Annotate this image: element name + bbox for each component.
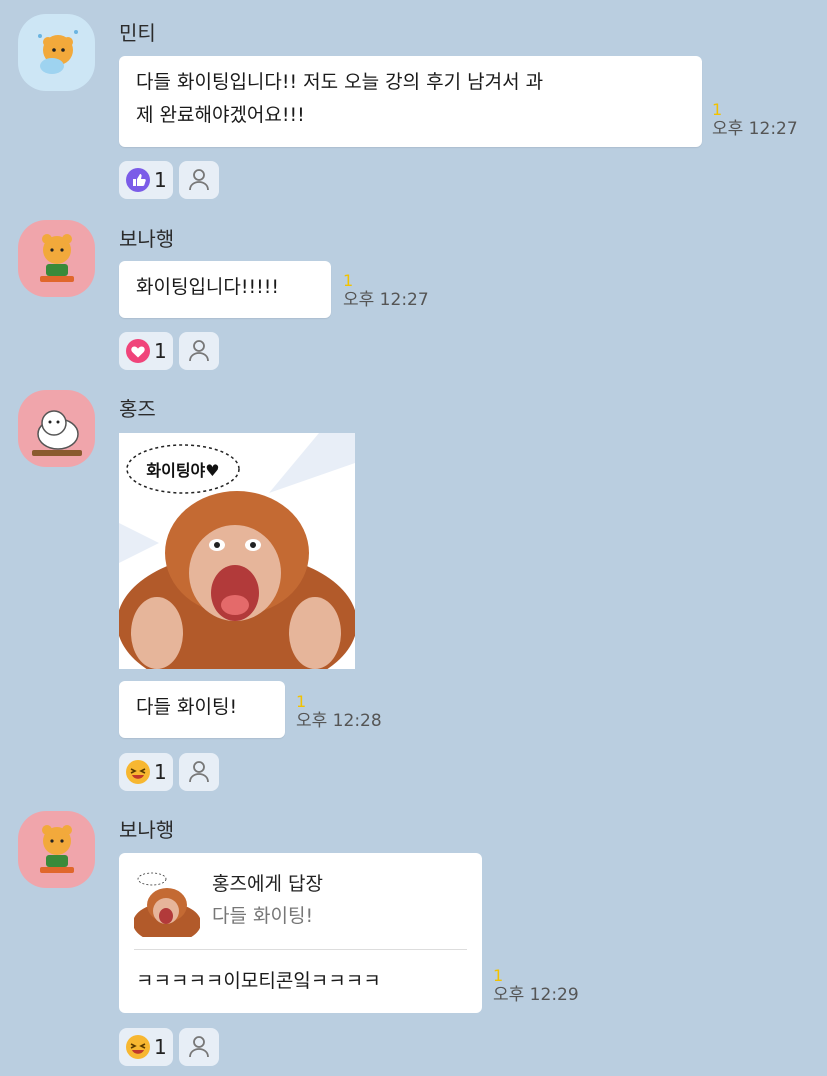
message-bubble[interactable]: 화이팅입니다!!!!! <box>119 261 331 318</box>
sender-name: 보나행 <box>119 227 175 251</box>
message-bubble[interactable]: 다들 화이팅! <box>119 681 285 738</box>
person-icon <box>188 340 209 362</box>
avatar[interactable] <box>18 390 95 467</box>
reaction-bar: 1 <box>119 753 219 791</box>
reaction-count: 1 <box>154 760 167 784</box>
add-reaction-button[interactable] <box>178 332 219 370</box>
message-text-line: 제 완료해야겠어요!!! <box>136 104 305 126</box>
person-icon <box>188 761 209 783</box>
sender-name: 보나행 <box>119 818 175 842</box>
avatar[interactable] <box>18 220 95 297</box>
add-reaction-button[interactable] <box>178 753 219 791</box>
message-text-line: 다들 화이팅입니다!! 저도 오늘 강의 후기 남겨서 과 <box>136 71 544 93</box>
thumbs-up-icon <box>126 168 150 192</box>
sticker-caption: 화이팅야♥ <box>146 461 219 480</box>
unread-count: 1 <box>296 692 307 711</box>
sticker-image[interactable]: 화이팅야♥ <box>117 433 357 693</box>
reply-sticker-thumbnail[interactable] <box>133 871 201 943</box>
message-time: 오후 12:27 <box>712 119 798 139</box>
add-reaction-button[interactable] <box>178 161 219 199</box>
reaction-bar: 1 <box>119 161 219 199</box>
avatar[interactable] <box>18 811 95 888</box>
reaction-bar: 1 <box>119 1028 219 1066</box>
reaction-button[interactable]: 1 <box>119 332 173 370</box>
sender-name: 홍즈 <box>119 397 156 421</box>
person-icon <box>188 169 209 191</box>
reaction-button[interactable]: 1 <box>119 161 173 199</box>
sender-name: 민티 <box>119 21 156 45</box>
reaction-count: 1 <box>154 1035 167 1059</box>
message-time: 오후 12:28 <box>296 711 382 731</box>
message-text: 다들 화이팅! <box>136 696 238 718</box>
unread-count: 1 <box>493 966 504 985</box>
message-text: ㅋㅋㅋㅋㅋ이모티콘잌ㅋㅋㅋㅋ <box>136 970 381 992</box>
divider <box>134 949 467 950</box>
laughing-face-icon <box>126 760 150 784</box>
message-time: 오후 12:29 <box>493 985 579 1005</box>
message-text: 화이팅입니다!!!!! <box>136 276 279 298</box>
reply-message-bubble[interactable]: 홍즈에게 답장 다들 화이팅! ㅋㅋㅋㅋㅋ이모티콘잌ㅋㅋㅋㅋ <box>119 853 482 1013</box>
message-bubble[interactable]: 다들 화이팅입니다!! 저도 오늘 강의 후기 남겨서 과 제 완료해야겠어요!… <box>119 56 702 147</box>
reaction-count: 1 <box>154 168 167 192</box>
avatar[interactable] <box>18 14 95 91</box>
laughing-face-icon <box>126 1035 150 1059</box>
person-icon <box>188 1036 209 1058</box>
reply-target-label: 홍즈에게 답장 <box>212 873 323 895</box>
reaction-bar: 1 <box>119 332 219 370</box>
reaction-button[interactable]: 1 <box>119 1028 173 1066</box>
unread-count: 1 <box>343 271 354 290</box>
reaction-count: 1 <box>154 339 167 363</box>
add-reaction-button[interactable] <box>178 1028 219 1066</box>
reply-quoted-text: 다들 화이팅! <box>212 905 314 927</box>
message-time: 오후 12:27 <box>343 290 429 310</box>
reaction-button[interactable]: 1 <box>119 753 173 791</box>
unread-count: 1 <box>712 100 723 119</box>
heart-icon <box>126 339 150 363</box>
